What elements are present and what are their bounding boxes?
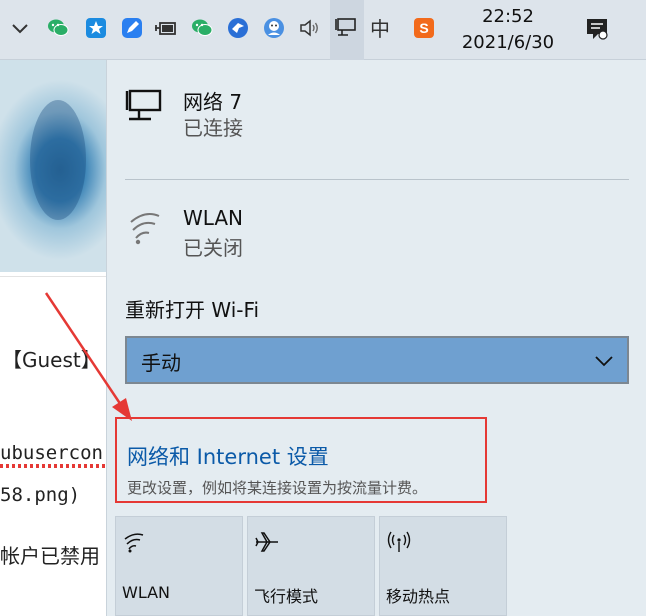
bird-icon[interactable] [226, 16, 250, 40]
svg-text:S: S [419, 20, 428, 36]
clock-time: 22:52 [482, 6, 534, 27]
network-item-ethernet[interactable]: 网络 7 已连接 [125, 86, 605, 146]
quick-action-label: 移动热点 [386, 587, 451, 606]
sogou-input-icon[interactable]: S [412, 16, 436, 40]
network-icon [335, 16, 359, 40]
settings-description: 更改设置，例如将某连接设置为按流量计费。 [127, 479, 428, 497]
background-text-line: 【Guest】 [2, 348, 101, 372]
quick-action-wlan[interactable]: WLAN [115, 516, 243, 616]
network-tray-button[interactable] [330, 0, 364, 60]
dropdown-value: 手动 [141, 351, 181, 375]
wifi-icon [125, 208, 169, 248]
spellcheck-underline [0, 464, 106, 468]
airplane-icon [254, 529, 280, 555]
ime-indicator[interactable]: 中 [367, 15, 393, 43]
taskbar: 中 S 22:52 2021/6/30 [0, 0, 646, 60]
wifi-reenable-dropdown[interactable]: 手动 [125, 336, 629, 384]
network-item-wlan[interactable]: WLAN 已关闭 [125, 206, 605, 266]
settings-highlight-box: 网络和 Internet 设置 更改设置，例如将某连接设置为按流量计费。 [115, 417, 487, 503]
background-image [0, 60, 106, 272]
ethernet-icon [125, 88, 169, 128]
background-text-line: 帐户已禁用 [0, 544, 100, 568]
background-text-line: ubusercon [0, 442, 103, 464]
divider [0, 276, 106, 277]
chevron-down-icon [593, 350, 615, 372]
battery-plug-icon[interactable] [154, 16, 178, 40]
network-flyout: 网络 7 已连接 WLAN 已关闭 重新打开 Wi-Fi 手动 网络和 Inte… [106, 60, 646, 616]
app-star-icon[interactable] [84, 16, 108, 40]
hotspot-icon [386, 529, 412, 555]
avatar-app-icon[interactable] [262, 16, 286, 40]
network-name: WLAN [183, 206, 244, 230]
notification-center-icon[interactable] [584, 16, 610, 42]
separator [125, 179, 629, 180]
wifi-icon [122, 529, 148, 555]
wifi-reenable-label: 重新打开 Wi-Fi [125, 298, 260, 322]
network-internet-settings-link[interactable]: 网络和 Internet 设置 [127, 441, 329, 471]
quick-action-label: WLAN [122, 583, 171, 602]
quick-action-mobile-hotspot[interactable]: 移动热点 [379, 516, 507, 616]
background-text-line: 58.png) [0, 484, 81, 506]
background-document: 【Guest】 ubusercon 58.png) 帐户已禁用 [0, 60, 106, 616]
clock[interactable]: 22:52 2021/6/30 [452, 4, 564, 56]
chevron-up-icon[interactable] [8, 16, 32, 40]
quick-action-airplane-mode[interactable]: 飞行模式 [247, 516, 375, 616]
network-status: 已连接 [183, 116, 243, 140]
pencil-app-icon[interactable] [120, 16, 144, 40]
volume-icon[interactable] [298, 16, 322, 40]
wechat-alt-icon[interactable] [190, 16, 214, 40]
clock-date: 2021/6/30 [461, 32, 555, 53]
quick-action-label: 飞行模式 [254, 587, 319, 606]
network-name: 网络 7 [183, 90, 243, 114]
wechat-icon[interactable] [46, 16, 70, 40]
network-status: 已关闭 [183, 236, 243, 260]
